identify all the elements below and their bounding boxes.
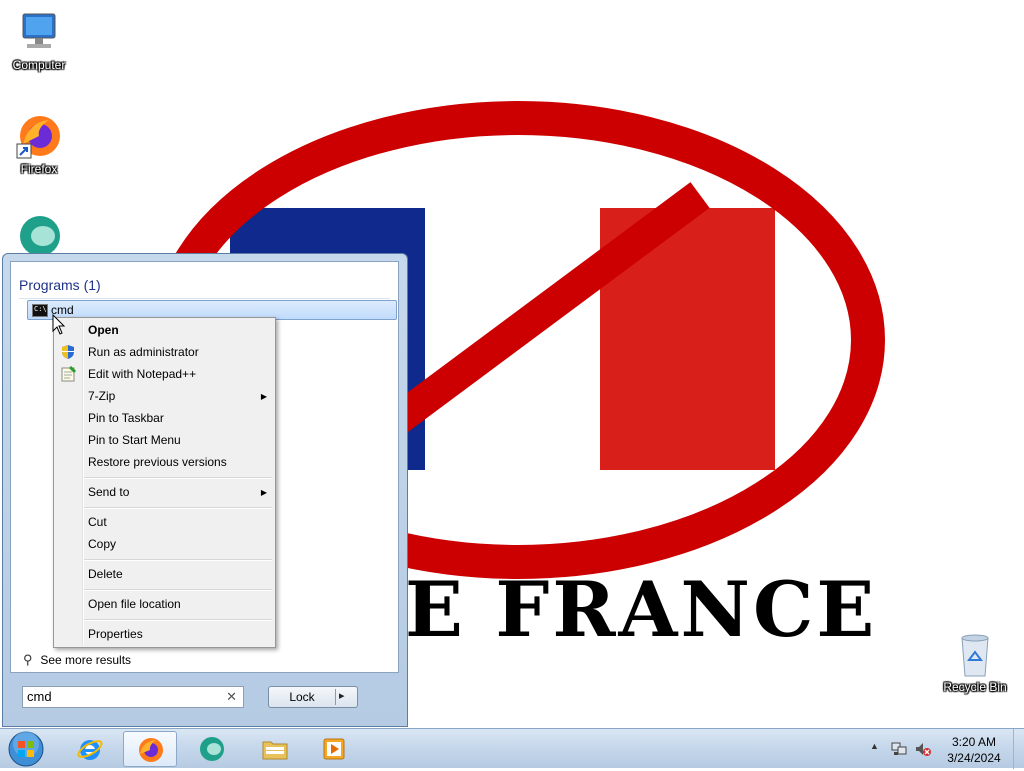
menu-item-open-file-location[interactable]: Open file location — [88, 597, 181, 611]
taskbar-button-media-player[interactable] — [308, 731, 362, 767]
recycle-bin-icon — [951, 630, 999, 678]
media-player-icon — [323, 738, 345, 760]
network-icon[interactable] — [890, 741, 908, 757]
ie-icon — [77, 740, 103, 760]
menu-separator — [84, 559, 272, 561]
menu-gutter — [82, 320, 84, 645]
lock-button[interactable]: Lock — [269, 690, 335, 704]
search-input[interactable] — [27, 689, 217, 704]
app-icon — [200, 737, 224, 761]
cmd-icon: C:\ — [32, 304, 48, 317]
menu-separator — [84, 619, 272, 621]
volume-muted-icon[interactable] — [914, 741, 932, 757]
show-hidden-icons-button[interactable]: ▲ — [870, 741, 879, 751]
wallpaper-text: E FRANCE — [405, 565, 878, 654]
taskbar-button-windows-explorer[interactable] — [248, 731, 302, 767]
uac-shield-icon — [62, 345, 74, 359]
clock-time[interactable]: 3:20 AM — [946, 735, 1002, 749]
programs-header: Programs (1) — [19, 277, 101, 293]
menu-item-open[interactable]: Open — [88, 323, 119, 337]
clear-icon[interactable]: ✕ — [226, 689, 237, 705]
menu-item-properties[interactable]: Properties — [88, 627, 143, 641]
see-more-results-link[interactable]: ⚲ See more results — [23, 652, 131, 668]
taskbar: ▲ 3:20 AM 3/24/2024 — [0, 728, 1024, 769]
menu-item-7-zip[interactable]: 7-Zip — [88, 389, 115, 403]
computer-icon — [15, 8, 63, 56]
menu-item-pin-to-start-menu[interactable]: Pin to Start Menu — [88, 433, 181, 447]
notepad-plus-plus-icon — [61, 366, 76, 382]
windows-logo-icon — [8, 731, 44, 767]
menu-item-edit-with-notepad-plus-plus[interactable]: Edit with Notepad++ — [88, 367, 196, 381]
menu-item-delete[interactable]: Delete — [88, 567, 123, 581]
desktop-icon-label: Firefox — [20, 162, 58, 176]
power-button[interactable]: Lock ▸ — [268, 686, 358, 708]
firefox-icon — [139, 738, 163, 762]
power-options-arrow-icon[interactable]: ▸ — [339, 689, 345, 702]
divider — [335, 689, 336, 705]
menu-separator — [84, 589, 272, 591]
taskbar-button-firefox[interactable] — [123, 731, 177, 767]
desktop-icon-firefox[interactable]: Firefox — [3, 112, 75, 176]
desktop-icon-computer[interactable]: Computer — [3, 8, 75, 72]
menu-separator — [84, 507, 272, 509]
desktop-icon-label: Recycle Bin — [943, 680, 1007, 694]
mouse-cursor-icon — [52, 314, 66, 335]
taskbar-button-internet-explorer[interactable] — [63, 731, 117, 767]
show-desktop-button[interactable] — [1013, 729, 1024, 769]
start-button[interactable] — [6, 730, 46, 768]
menu-item-copy[interactable]: Copy — [88, 537, 116, 551]
context-menu: Open Run as administrator Edit with Note… — [53, 317, 276, 648]
desktop-icon-label: Computer — [12, 58, 66, 72]
see-more-label: See more results — [40, 653, 132, 667]
clock-date[interactable]: 3/24/2024 — [943, 751, 1005, 765]
firefox-icon — [15, 112, 63, 160]
folder-icon — [262, 741, 288, 760]
menu-item-restore-previous-versions[interactable]: Restore previous versions — [88, 455, 227, 469]
divider — [19, 298, 390, 299]
submenu-arrow-icon: ▶ — [260, 392, 267, 401]
taskbar-button-app[interactable] — [185, 731, 239, 767]
menu-item-cut[interactable]: Cut — [88, 515, 107, 529]
submenu-arrow-icon: ▶ — [260, 488, 267, 497]
menu-item-run-as-administrator[interactable]: Run as administrator — [88, 345, 199, 359]
desktop-icon-recycle-bin[interactable]: Recycle Bin — [939, 630, 1011, 694]
search-icon: ⚲ — [23, 652, 33, 667]
start-search-box[interactable]: ✕ — [22, 686, 244, 708]
menu-item-pin-to-taskbar[interactable]: Pin to Taskbar — [88, 411, 164, 425]
menu-item-send-to[interactable]: Send to — [88, 485, 129, 499]
menu-separator — [84, 477, 272, 479]
system-tray: ▲ 3:20 AM 3/24/2024 — [866, 729, 1024, 769]
